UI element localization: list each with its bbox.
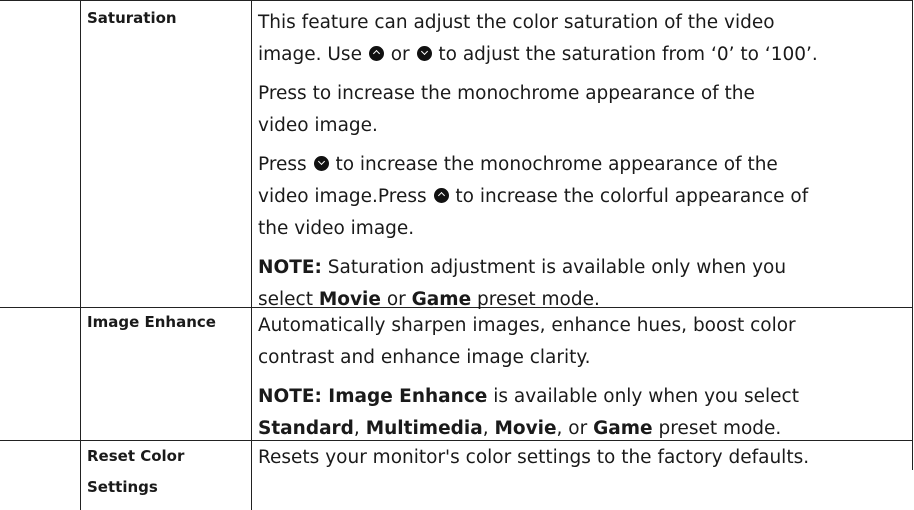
text: image. Use	[258, 44, 368, 65]
text: preset mode.	[471, 289, 600, 310]
row-label-reset-color-settings: Reset Color Settings	[87, 441, 184, 503]
text: to adjust the saturation from ‘0’ to ‘10…	[432, 44, 818, 65]
text: ,	[482, 418, 495, 439]
bold-term: Game	[593, 418, 653, 439]
text: select	[258, 289, 319, 310]
text: the video image.	[258, 218, 415, 239]
settings-table: Saturation This feature can adjust the c…	[0, 0, 914, 510]
table-border-middle	[251, 0, 252, 510]
bold-term: Movie	[494, 418, 557, 439]
text: to increase the colorful appearance of	[449, 186, 809, 207]
table-border-right	[912, 0, 913, 470]
text: Reset Color	[87, 447, 185, 465]
text: is available only when you select	[487, 386, 799, 407]
up-button-icon	[433, 188, 449, 203]
note: NOTE: Saturation adjustment is available…	[258, 252, 908, 316]
bold-term: Multimedia	[365, 418, 483, 439]
paragraph: Resets your monitor's color settings to …	[258, 447, 810, 468]
text: ,	[353, 418, 366, 439]
row-desc-reset-color-settings: Resets your monitor's color settings to …	[258, 442, 908, 481]
text: , or	[556, 418, 594, 439]
text: Press	[258, 154, 313, 175]
row-desc-image-enhance: Automatically sharpen images, enhance hu…	[258, 310, 908, 452]
text: Saturation adjustment is available only …	[321, 257, 787, 278]
paragraph: Press to increase the monochrome appeara…	[258, 78, 908, 142]
text: or	[380, 289, 412, 310]
text: or	[384, 44, 416, 65]
bold-term: Standard	[258, 418, 354, 439]
text: preset mode.	[652, 418, 782, 439]
bold-term: Game	[411, 289, 472, 310]
down-button-icon	[313, 156, 329, 171]
table-border-left	[80, 0, 81, 510]
row-desc-saturation: This feature can adjust the color satura…	[258, 7, 908, 323]
row-label-saturation: Saturation	[87, 9, 177, 27]
paragraph: Automatically sharpen images, enhance hu…	[258, 310, 908, 374]
paragraph: This feature can adjust the color satura…	[258, 7, 908, 71]
up-button-icon	[368, 46, 384, 61]
bold-term: Movie	[318, 289, 381, 310]
note-lead: NOTE:	[258, 257, 322, 278]
paragraph: Press to increase the monochrome appeara…	[258, 149, 908, 245]
note: NOTE: Image Enhance is available only wh…	[258, 381, 908, 445]
text: Settings	[87, 478, 158, 496]
text: Press to increase the monochrome appeara…	[258, 83, 755, 104]
text: video image.	[258, 115, 378, 136]
note-lead: NOTE: Image Enhance	[258, 386, 488, 407]
text: Automatically sharpen images, enhance hu…	[258, 315, 796, 336]
text: contrast and enhance image clarity.	[258, 347, 591, 368]
row-divider	[0, 0, 913, 1]
row-label-image-enhance: Image Enhance	[87, 313, 216, 331]
text: to increase the monochrome appearance of…	[329, 154, 778, 175]
down-button-icon	[416, 46, 432, 61]
text: This feature can adjust the color satura…	[258, 12, 775, 33]
text: video image.Press	[258, 186, 433, 207]
